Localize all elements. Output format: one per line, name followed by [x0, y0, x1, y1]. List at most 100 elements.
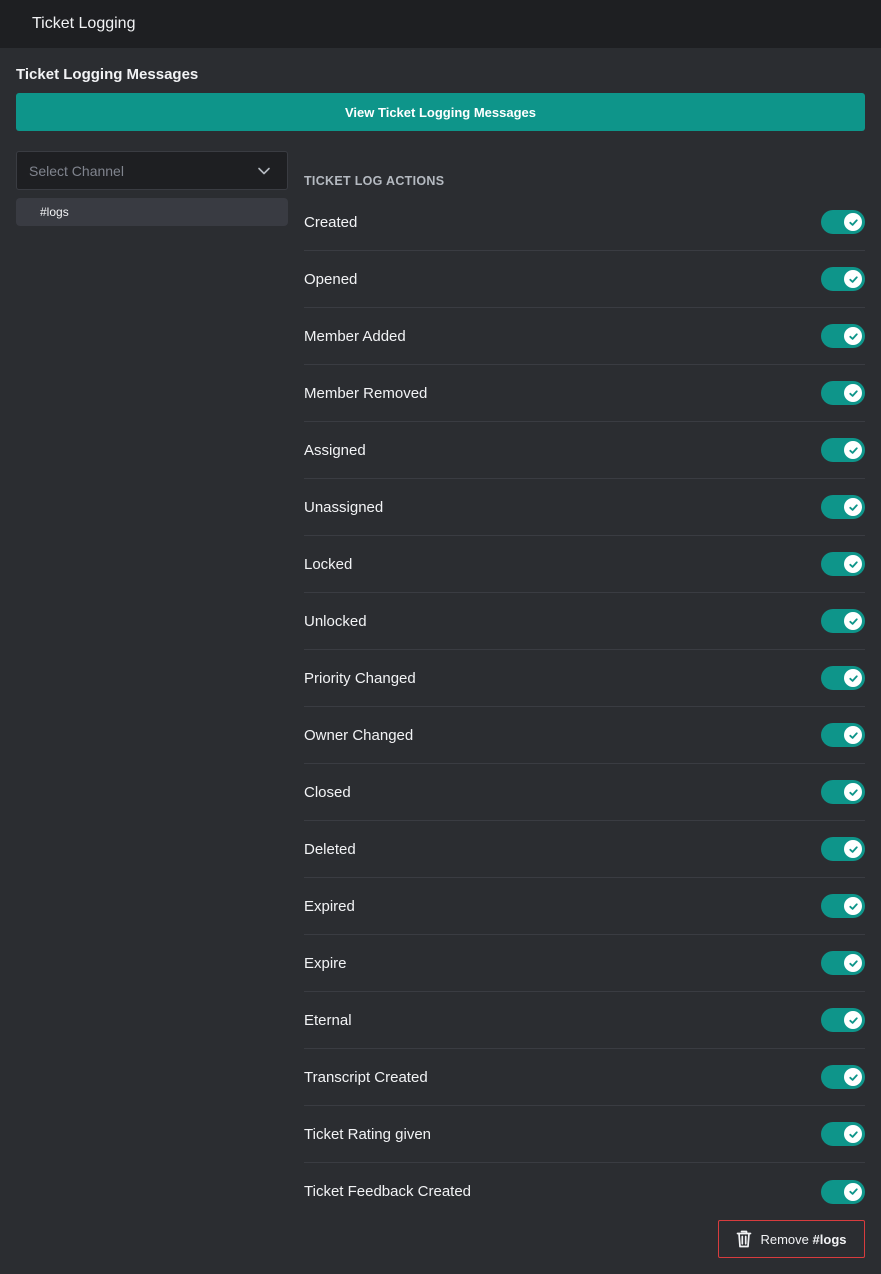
- log-action-row: Owner Changed: [304, 707, 865, 764]
- log-action-label: Eternal: [304, 1011, 352, 1029]
- toggle-knob: [844, 441, 862, 459]
- log-action-row: Created: [304, 194, 865, 251]
- log-action-label: Ticket Rating given: [304, 1125, 432, 1143]
- log-action-row: Unassigned: [304, 479, 865, 536]
- log-action-toggle[interactable]: [821, 1122, 865, 1146]
- toggle-knob: [844, 270, 862, 288]
- check-icon: [848, 332, 858, 340]
- toggle-knob: [844, 612, 862, 630]
- log-action-label: Locked: [304, 555, 353, 573]
- log-action-label: Member Added: [304, 327, 406, 345]
- remove-button-prefix: Remove: [760, 1231, 809, 1247]
- toggle-knob: [844, 726, 862, 744]
- remove-channel-button[interactable]: Remove #logs: [718, 1220, 865, 1258]
- log-action-row: Deleted: [304, 821, 865, 878]
- check-icon: [848, 674, 858, 682]
- log-action-row: Expired: [304, 878, 865, 935]
- channel-select[interactable]: Select Channel: [16, 151, 288, 190]
- log-action-label: Assigned: [304, 441, 366, 459]
- check-icon: [848, 1016, 858, 1024]
- log-action-label: Unassigned: [304, 498, 384, 516]
- log-action-row: Member Removed: [304, 365, 865, 422]
- log-action-row: Locked: [304, 536, 865, 593]
- toggle-knob: [844, 1068, 862, 1086]
- check-icon: [848, 218, 858, 226]
- log-action-label: Owner Changed: [304, 726, 414, 744]
- log-action-label: Expire: [304, 954, 347, 972]
- section-title: Ticket Logging Messages: [16, 66, 199, 83]
- toggle-knob: [844, 1011, 862, 1029]
- toggle-knob: [844, 783, 862, 801]
- log-action-row: Eternal: [304, 992, 865, 1049]
- log-action-toggle[interactable]: [821, 723, 865, 747]
- log-action-toggle[interactable]: [821, 267, 865, 291]
- check-icon: [848, 845, 858, 853]
- log-action-toggle[interactable]: [821, 666, 865, 690]
- view-logging-messages-button[interactable]: View Ticket Logging Messages: [16, 93, 865, 131]
- log-action-row: Ticket Feedback Created: [304, 1163, 865, 1220]
- check-icon: [848, 1188, 858, 1195]
- log-action-label: Opened: [304, 270, 358, 288]
- check-icon: [848, 275, 858, 283]
- check-icon: [848, 389, 858, 397]
- log-action-toggle[interactable]: [821, 438, 865, 462]
- selected-channel-chip[interactable]: #logs: [16, 198, 288, 226]
- check-icon: [848, 560, 858, 568]
- log-action-label: Priority Changed: [304, 669, 416, 687]
- log-action-toggle[interactable]: [821, 381, 865, 405]
- check-icon: [848, 617, 858, 625]
- toggle-knob: [844, 498, 862, 516]
- check-icon: [848, 731, 858, 739]
- check-icon: [848, 788, 858, 796]
- log-action-toggle[interactable]: [821, 951, 865, 975]
- log-action-toggle[interactable]: [821, 1065, 865, 1089]
- log-action-label: Closed: [304, 783, 351, 801]
- log-action-label: Expired: [304, 897, 355, 915]
- toggle-knob: [844, 840, 862, 858]
- log-action-label: Transcript Created: [304, 1068, 428, 1086]
- toggle-knob: [844, 213, 862, 231]
- window-header: Ticket Logging: [0, 0, 881, 48]
- log-actions-list: Created Opened Member Added Member Removed A…: [304, 194, 865, 1220]
- log-action-row: Expire: [304, 935, 865, 992]
- log-action-toggle[interactable]: [821, 1008, 865, 1032]
- log-actions-heading: TICKET LOG ACTIONS: [304, 174, 445, 188]
- channel-select-placeholder: Select Channel: [29, 162, 124, 179]
- log-action-row: Opened: [304, 251, 865, 308]
- trash-icon: [737, 1230, 752, 1248]
- log-action-row: Closed: [304, 764, 865, 821]
- log-action-toggle[interactable]: [821, 552, 865, 576]
- toggle-knob: [844, 954, 862, 972]
- log-action-toggle[interactable]: [821, 837, 865, 861]
- log-action-toggle[interactable]: [821, 780, 865, 804]
- toggle-knob: [844, 327, 862, 345]
- chevron-down-icon: [258, 167, 270, 175]
- log-action-row: Ticket Rating given: [304, 1106, 865, 1163]
- toggle-knob: [844, 384, 862, 402]
- check-icon: [848, 503, 858, 511]
- toggle-knob: [844, 555, 862, 573]
- check-icon: [848, 446, 858, 454]
- check-icon: [848, 1130, 858, 1138]
- log-action-toggle[interactable]: [821, 609, 865, 633]
- log-action-label: Deleted: [304, 840, 356, 858]
- log-action-toggle[interactable]: [821, 495, 865, 519]
- selected-channel-label: #logs: [40, 205, 69, 219]
- log-action-toggle[interactable]: [821, 894, 865, 918]
- log-action-toggle[interactable]: [821, 210, 865, 234]
- toggle-knob: [844, 1125, 862, 1143]
- log-action-toggle[interactable]: [821, 324, 865, 348]
- log-action-row: Transcript Created: [304, 1049, 865, 1106]
- log-action-toggle[interactable]: [821, 1179, 865, 1204]
- window-title: Ticket Logging: [32, 15, 136, 32]
- log-action-row: Priority Changed: [304, 650, 865, 707]
- log-action-label: Ticket Feedback Created: [304, 1183, 472, 1200]
- log-action-label: Unlocked: [304, 612, 367, 630]
- log-action-row: Member Added: [304, 308, 865, 365]
- check-icon: [848, 902, 858, 910]
- toggle-knob: [844, 669, 862, 687]
- remove-button-label: Remove #logs: [760, 1232, 846, 1247]
- toggle-knob: [844, 897, 862, 915]
- remove-button-channel: #logs: [812, 1231, 847, 1247]
- log-action-row: Unlocked: [304, 593, 865, 650]
